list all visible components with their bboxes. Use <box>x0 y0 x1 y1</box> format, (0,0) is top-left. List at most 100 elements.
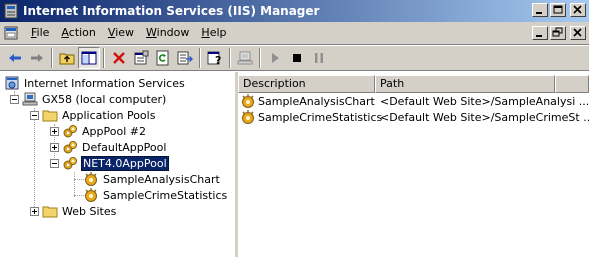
column-header-path[interactable]: Path <box>375 75 555 93</box>
toolbar-separator <box>259 48 261 68</box>
tree-node-net40apppool[interactable]: NET4.0AppPool <box>50 155 169 171</box>
toolbar-separator <box>51 48 53 68</box>
tree-node-defaultapppool[interactable]: DefaultAppPool <box>50 139 167 155</box>
menu-bar: File Action View Window Help <box>0 22 589 45</box>
forward-icon <box>31 54 43 62</box>
child-restore-button[interactable] <box>550 26 566 40</box>
computer-icon <box>22 92 38 106</box>
help-icon: ? <box>207 51 221 66</box>
menu-window[interactable]: Window <box>140 22 195 44</box>
tree-label: SampleAnalysisChart <box>103 172 220 186</box>
maximize-button[interactable] <box>550 3 566 17</box>
toolbar-separator <box>199 48 201 68</box>
details-list[interactable]: Description Path SampleAnalysisChart <De… <box>238 72 589 257</box>
export-list-button[interactable] <box>174 47 196 69</box>
web-app-icon <box>242 110 254 124</box>
up-folder-icon <box>59 53 75 65</box>
web-app-icon <box>85 188 97 202</box>
properties-icon <box>134 50 149 65</box>
delete-button[interactable] <box>108 47 130 69</box>
menu-view[interactable]: View <box>102 22 140 44</box>
forward-button[interactable] <box>26 47 48 69</box>
pause-button[interactable] <box>308 47 330 69</box>
tree-label: DefaultAppPool <box>82 140 167 154</box>
start-button[interactable] <box>264 47 286 69</box>
list-row[interactable]: SampleCrimeStatistics <Default Web Site>… <box>240 109 589 125</box>
svg-text:?: ? <box>215 54 221 66</box>
minimize-button[interactable] <box>532 3 548 17</box>
iis-root-icon <box>5 76 19 90</box>
app-pool-icon <box>63 157 77 170</box>
help-button[interactable]: ? <box>204 47 226 69</box>
close-icon <box>573 5 582 14</box>
list-row[interactable]: SampleAnalysisChart <Default Web Site>/S… <box>240 93 589 109</box>
delete-icon <box>113 52 125 64</box>
up-one-level-button[interactable] <box>56 47 78 69</box>
folder-icon <box>42 110 58 122</box>
pause-icon <box>315 53 323 63</box>
tree-node-computer[interactable]: GX58 (local computer) <box>10 91 167 107</box>
restore-icon <box>552 27 563 37</box>
tree-node-samplecrimestatistics[interactable]: SampleCrimeStatistics <box>83 187 228 203</box>
expand-toggle[interactable] <box>30 206 39 216</box>
child-close-button[interactable] <box>570 26 586 40</box>
maximize-icon <box>553 5 563 14</box>
close-icon <box>573 28 582 37</box>
tree-label: GX58 (local computer) <box>42 92 167 106</box>
expand-toggle[interactable] <box>50 126 59 136</box>
toolbar-separator <box>103 48 105 68</box>
folder-icon <box>42 206 58 218</box>
column-header-filler <box>555 75 589 93</box>
stop-icon <box>293 54 301 62</box>
tree-label: AppPool #2 <box>82 124 146 138</box>
cell-description: SampleCrimeStatistics <box>258 110 383 124</box>
list-header: Description Path <box>238 75 589 93</box>
properties-button[interactable] <box>130 47 152 69</box>
cell-path: <Default Web Site>/SampleCrimeSt ... <box>380 110 589 124</box>
cell-description: SampleAnalysisChart <box>258 94 375 108</box>
toolbar: ? <box>0 45 589 71</box>
menu-action[interactable]: Action <box>55 22 101 44</box>
tree-label: Internet Information Services <box>24 76 185 90</box>
tree-node-web-sites[interactable]: Web Sites <box>30 203 117 219</box>
minimize-icon <box>536 35 542 37</box>
back-icon <box>9 54 21 62</box>
title-bar[interactable]: Internet Information Services (IIS) Mana… <box>0 0 589 22</box>
menu-file[interactable]: File <box>25 22 55 44</box>
window-title: Internet Information Services (IIS) Mana… <box>23 4 320 18</box>
app-pool-icon <box>63 141 77 154</box>
iis-app-icon <box>4 3 18 19</box>
close-button[interactable] <box>570 3 586 17</box>
back-button[interactable] <box>4 47 26 69</box>
menu-help[interactable]: Help <box>195 22 232 44</box>
console-tree[interactable]: Internet Information Services GX58 (loca… <box>0 72 236 257</box>
minimize-icon <box>536 12 542 14</box>
computer-icon <box>237 51 253 65</box>
cell-path: <Default Web Site>/SampleAnalysi ... <box>380 94 589 108</box>
toolbar-separator <box>229 48 231 68</box>
iis-manager-window: Internet Information Services (IIS) Mana… <box>0 0 589 257</box>
refresh-button[interactable] <box>152 47 174 69</box>
app-pool-icon <box>63 125 77 138</box>
start-icon <box>272 53 279 63</box>
tree-label-selected: NET4.0AppPool <box>81 155 169 171</box>
show-hide-console-tree-button[interactable] <box>78 47 100 69</box>
collapse-toggle[interactable] <box>10 94 19 104</box>
collapse-toggle[interactable] <box>50 158 59 168</box>
tree-label: Web Sites <box>62 204 117 218</box>
web-app-icon <box>85 172 97 186</box>
mmc-document-icon[interactable] <box>3 25 19 41</box>
tree-node-sampleanalysischart[interactable]: SampleAnalysisChart <box>83 171 221 187</box>
tree-node-iis-root[interactable]: Internet Information Services <box>4 75 186 91</box>
tree-line <box>74 172 75 197</box>
tree-node-application-pools[interactable]: Application Pools <box>30 107 156 123</box>
tree-node-apppool-2[interactable]: AppPool #2 <box>50 123 147 139</box>
tree-label: SampleCrimeStatistics <box>103 188 228 202</box>
stop-button[interactable] <box>286 47 308 69</box>
refresh-icon <box>156 50 169 66</box>
column-header-description[interactable]: Description <box>238 75 375 93</box>
expand-toggle[interactable] <box>50 142 59 152</box>
child-minimize-button[interactable] <box>532 26 548 40</box>
collapse-toggle[interactable] <box>30 110 39 120</box>
connect-computer-button[interactable] <box>234 47 256 69</box>
